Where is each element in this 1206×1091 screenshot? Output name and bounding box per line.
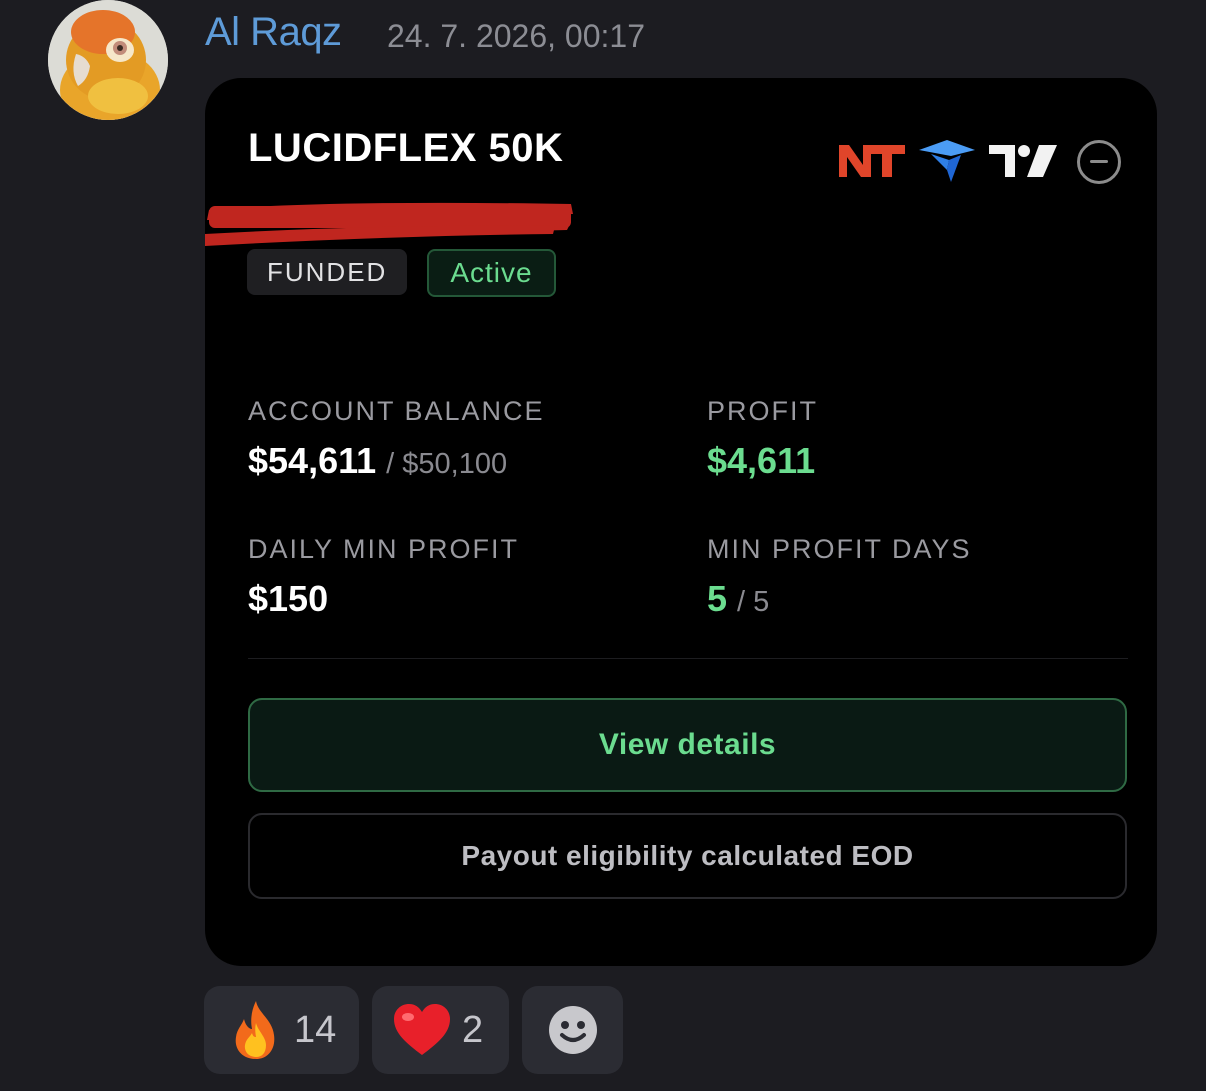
funded-badge: FUNDED [247,249,408,295]
profit-label: PROFIT [707,396,818,426]
author-name[interactable]: Al Raqz [205,10,342,55]
chat-message: Al Raqz 24. 7. 2026, 00:17 LUCIDFLEX 50K… [0,0,1206,1091]
avatar[interactable] [48,0,168,120]
divider [248,658,1128,659]
platform-logos [839,136,1059,186]
reaction-heart[interactable]: 2 [372,986,509,1074]
min-profit-days-value: 5 / 5 [707,578,769,620]
status-badges: FUNDED Active [247,249,556,297]
payout-eligibility-note: Payout eligibility calculated EOD [248,813,1127,899]
add-reaction-icon [548,1006,597,1054]
collapse-button[interactable] [1077,140,1121,184]
account-balance-amount: $54,611 [248,440,377,481]
account-title: LUCIDFLEX 50K [248,126,564,170]
redaction-scribble [205,202,573,246]
reaction-fire[interactable]: 14 [204,986,359,1074]
message-timestamp: 24. 7. 2026, 00:17 [387,18,645,54]
heart-count: 2 [462,1008,484,1051]
fire-count: 14 [294,1008,337,1051]
heart-icon [394,1004,450,1055]
min-profit-days-target: / 5 [737,586,770,618]
min-profit-days-label: MIN PROFIT DAYS [707,534,972,564]
account-balance-label: ACCOUNT BALANCE [248,396,545,426]
active-badge: Active [427,249,556,297]
fire-icon [235,1001,275,1059]
account-card: LUCIDFLEX 50K FUNDED Active ACCOUNT BALA… [205,78,1157,966]
account-balance-value: $54,611 / $50,100 [248,440,507,482]
tradingview-logo-icon [989,145,1057,177]
profit-value: $4,611 [707,440,816,481]
view-details-button[interactable]: View details [248,698,1127,792]
min-profit-days-count: 5 [707,578,728,619]
add-reaction-button[interactable] [522,986,623,1074]
ninjatrader-logo-icon [839,145,905,177]
account-balance-target: / $50,100 [386,448,508,480]
daily-min-profit-value: $150 [248,578,329,619]
daily-min-profit-label: DAILY MIN PROFIT [248,534,520,564]
tradovate-logo-icon [919,140,975,182]
parrot-avatar-icon [48,0,168,120]
reactions-bar: 14 2 [204,986,623,1074]
